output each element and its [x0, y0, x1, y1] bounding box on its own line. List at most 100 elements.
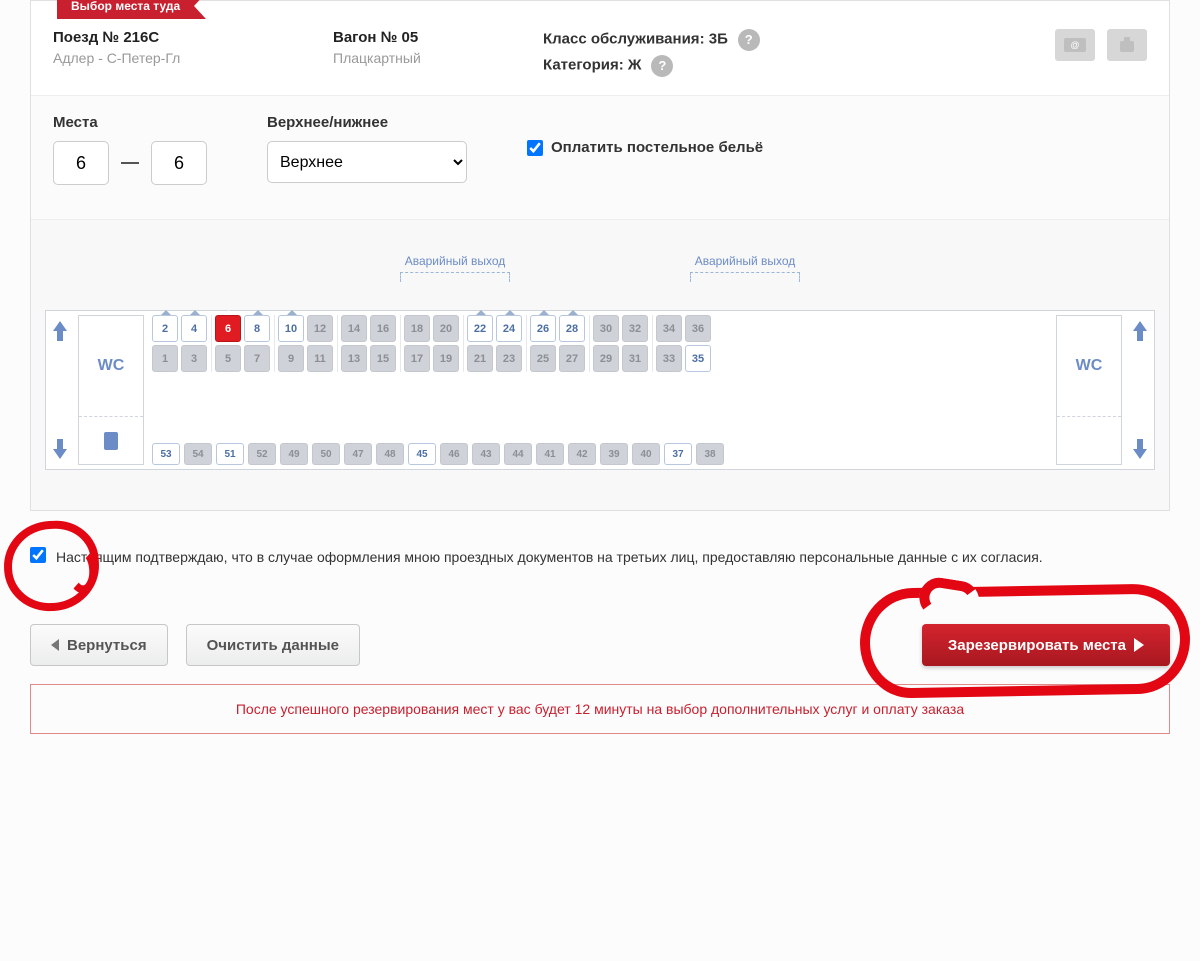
bedding-label: Оплатить постельное бельё — [551, 139, 763, 156]
consent-row: Настоящим подтверждаю, что в случае офор… — [30, 547, 1170, 568]
emergency-exit-label-2: Аварийный выход — [690, 254, 800, 282]
back-button[interactable]: Вернуться — [30, 624, 168, 666]
chevron-right-icon — [1134, 638, 1144, 652]
seat-49: 49 — [280, 443, 308, 465]
chevron-left-icon — [51, 639, 59, 651]
bedding-checkbox[interactable] — [527, 140, 543, 156]
trash-icon — [104, 432, 118, 450]
seat-3: 3 — [181, 345, 207, 372]
seat-52: 52 — [248, 443, 276, 465]
reservation-note: После успешного резервирования мест у ва… — [30, 684, 1170, 734]
reserve-button[interactable]: Зарезервировать места — [922, 624, 1170, 666]
seat-26[interactable]: 26 — [530, 315, 556, 342]
seat-29: 29 — [593, 345, 619, 372]
compartment: 14131615 — [337, 315, 396, 372]
compartment: 34 3336 35 — [652, 315, 711, 372]
seat-24[interactable]: 24 — [496, 315, 522, 342]
compartment: 2 14 3 — [152, 315, 207, 372]
category-label: Категория: Ж — [543, 57, 641, 74]
car-end-right — [1126, 311, 1154, 469]
compartment: 22 2124 23 — [463, 315, 522, 372]
seat-45[interactable]: 45 — [408, 443, 436, 465]
wagon-number: Вагон № 05 — [333, 29, 523, 46]
wagon-type: Плацкартный — [333, 50, 523, 66]
seat-37[interactable]: 37 — [664, 443, 692, 465]
seat-1: 1 — [152, 345, 178, 372]
seat-23: 23 — [496, 345, 522, 372]
seat-44: 44 — [504, 443, 532, 465]
booking-card: Выбор места туда Поезд № 216С Адлер - С-… — [30, 0, 1170, 511]
seat-11: 11 — [307, 345, 333, 372]
seat-10[interactable]: 10 — [278, 315, 304, 342]
seat-to-input[interactable] — [151, 141, 207, 185]
seat-from-input[interactable] — [53, 141, 109, 185]
wc-label: WC — [1057, 316, 1121, 416]
clear-button[interactable]: Очистить данные — [186, 624, 360, 666]
seat-4[interactable]: 4 — [181, 315, 207, 342]
seat-12: 12 — [307, 315, 333, 342]
range-dash — [121, 162, 139, 164]
seat-48: 48 — [376, 443, 404, 465]
seat-31: 31 — [622, 345, 648, 372]
compartment: 30 2932 31 — [589, 315, 648, 372]
seats-label: Места — [53, 114, 207, 131]
seat-5: 5 — [215, 345, 241, 372]
seat-47: 47 — [344, 443, 372, 465]
seat-38: 38 — [696, 443, 724, 465]
train-number: Поезд № 216С — [53, 29, 313, 46]
seat-32: 32 — [622, 315, 648, 342]
seat-20: 20 — [433, 315, 459, 342]
train-route: Адлер - С-Петер-Гл — [53, 50, 313, 66]
seat-13: 13 — [341, 345, 367, 372]
seat-2[interactable]: 2 — [152, 315, 178, 342]
seat-22[interactable]: 22 — [467, 315, 493, 342]
wc-label: WC — [79, 316, 143, 416]
consent-checkbox[interactable] — [30, 547, 46, 563]
baggage-icon[interactable] — [1107, 29, 1147, 61]
help-icon-category[interactable]: ? — [651, 55, 673, 77]
bedding-row[interactable]: Оплатить постельное бельё — [527, 139, 763, 156]
seat-9: 9 — [278, 345, 304, 372]
compartment: 10 912 11 — [274, 315, 333, 372]
compartment: 26 2528 27 — [526, 315, 585, 372]
seat-27: 27 — [559, 345, 585, 372]
wc-left: WC — [78, 315, 144, 465]
seat-17: 17 — [404, 345, 430, 372]
seat-35[interactable]: 35 — [685, 345, 711, 372]
seat-36: 36 — [685, 315, 711, 342]
seat-46: 46 — [440, 443, 468, 465]
seat-21: 21 — [467, 345, 493, 372]
arrow-down-icon — [1131, 437, 1149, 461]
seat-6[interactable]: 6 — [215, 315, 241, 342]
help-icon-service-class[interactable]: ? — [738, 29, 760, 51]
car-end-left — [46, 311, 74, 469]
wc-right: WC — [1056, 315, 1122, 465]
eticket-icon[interactable]: @ — [1055, 29, 1095, 61]
seat-42: 42 — [568, 443, 596, 465]
seat-16: 16 — [370, 315, 396, 342]
compartment: 18172019 — [400, 315, 459, 372]
seat-15: 15 — [370, 345, 396, 372]
arrow-down-icon — [51, 437, 69, 461]
seat-43: 43 — [472, 443, 500, 465]
seat-19: 19 — [433, 345, 459, 372]
emergency-exit-label-1: Аварийный выход — [400, 254, 510, 282]
seat-30: 30 — [593, 315, 619, 342]
ribbon-seat-selection: Выбор места туда — [57, 0, 194, 19]
seat-53[interactable]: 53 — [152, 443, 180, 465]
seat-28[interactable]: 28 — [559, 315, 585, 342]
berth-label: Верхнее/нижнее — [267, 114, 467, 131]
seat-25: 25 — [530, 345, 556, 372]
berth-select[interactable]: ВерхнееНижнееЛюбое — [267, 141, 467, 183]
seat-54: 54 — [184, 443, 212, 465]
seat-41: 41 — [536, 443, 564, 465]
seat-8[interactable]: 8 — [244, 315, 270, 342]
seat-51[interactable]: 51 — [216, 443, 244, 465]
compartment: 6 58 7 — [211, 315, 270, 372]
seat-34: 34 — [656, 315, 682, 342]
seat-50: 50 — [312, 443, 340, 465]
svg-text:@: @ — [1070, 40, 1079, 50]
seat-33: 33 — [656, 345, 682, 372]
seat-7: 7 — [244, 345, 270, 372]
arrow-up-icon — [51, 319, 69, 343]
